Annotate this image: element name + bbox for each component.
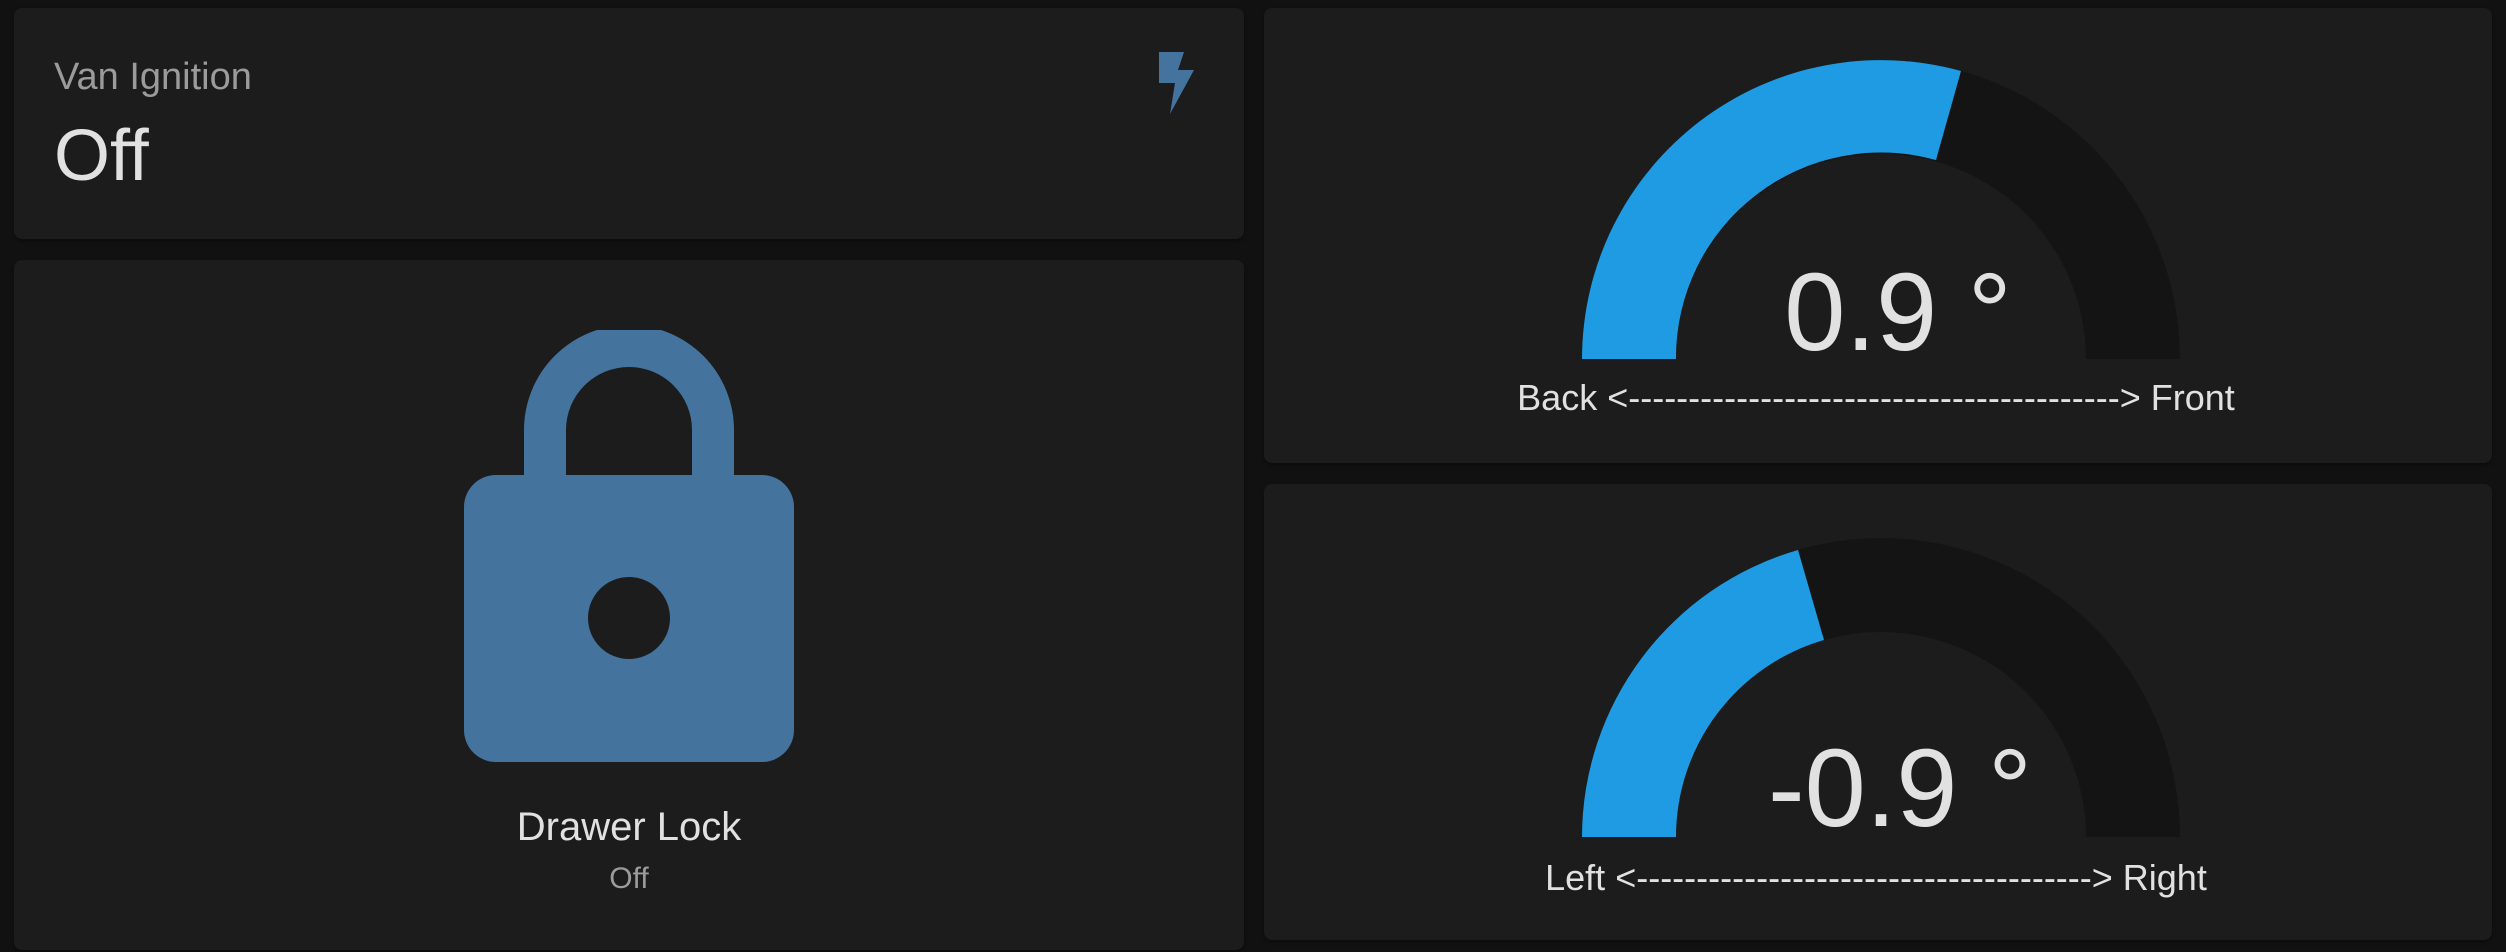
ignition-name: Van Ignition: [54, 56, 252, 98]
drawer-lock-name: Drawer Lock: [516, 805, 742, 849]
drawer-lock-card[interactable]: Drawer Lock Off: [14, 260, 1244, 950]
pitch-value: 0.9 °: [1784, 251, 2012, 374]
dashboard: Van Ignition Off Drawer Lock Off 0.9 ° B…: [0, 0, 2506, 952]
flash-icon: [1159, 52, 1194, 114]
drawer-lock-state: Off: [609, 862, 649, 895]
pitch-label: Back <----------------------------------…: [1517, 377, 2235, 418]
lock-icon: [464, 330, 794, 762]
roll-value: -0.9 °: [1767, 727, 2033, 850]
ignition-card[interactable]: Van Ignition Off: [14, 8, 1244, 239]
ignition-state: Off: [54, 116, 149, 196]
roll-label: Left <----------------------------------…: [1545, 857, 2207, 898]
roll-gauge-card[interactable]: -0.9 ° Left <---------------------------…: [1264, 484, 2492, 940]
pitch-gauge-card[interactable]: 0.9 ° Back <----------------------------…: [1264, 8, 2492, 463]
